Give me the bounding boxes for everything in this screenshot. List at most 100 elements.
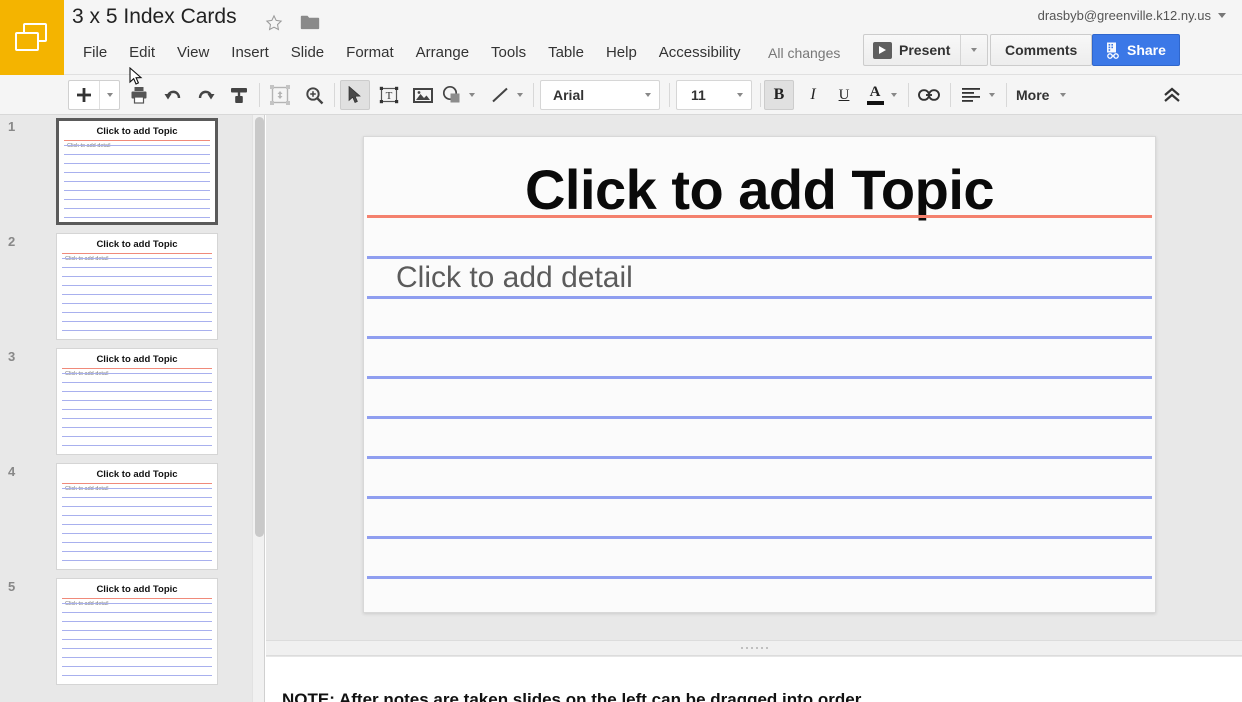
folder-icon[interactable] (300, 14, 320, 30)
thumbnail-rules (62, 603, 212, 684)
menu-item-arrange[interactable]: Arrange (405, 41, 480, 64)
menu-item-tools[interactable]: Tools (480, 41, 537, 64)
filmstrip-slide-4[interactable]: 4 Click to add Topic Click to add detail (0, 460, 264, 575)
underline-button[interactable]: U (829, 80, 859, 110)
double-chevron-up-icon (1162, 86, 1182, 104)
align-dropdown-button[interactable] (984, 80, 1000, 110)
filmstrip-scrollbar-thumb[interactable] (255, 117, 264, 537)
thumbnail-title: Click to add Topic (57, 354, 217, 365)
slide-header-rule (367, 215, 1152, 218)
shape-dropdown-button[interactable] (464, 80, 480, 110)
slide-thumbnail[interactable]: Click to add Topic Click to add detail (56, 118, 218, 225)
text-color-dropdown-button[interactable] (886, 80, 902, 110)
speaker-notes-text[interactable]: NOTE: After notes are taken slides on th… (282, 690, 865, 702)
font-family-select[interactable]: Arial (540, 80, 660, 110)
paint-format-button[interactable] (224, 80, 254, 110)
slide-detail-placeholder[interactable]: Click to add detail (396, 261, 633, 295)
slide-thumbnail[interactable]: Click to add Topic Click to add detail (56, 463, 218, 570)
chevron-down-icon (989, 93, 995, 97)
present-button[interactable]: Present (863, 34, 988, 66)
thumbnail-header-rule (62, 483, 212, 484)
collapse-toolbar-button[interactable] (1157, 80, 1187, 110)
slide-number: 5 (8, 579, 15, 594)
more-dropdown-button[interactable] (1055, 80, 1071, 110)
menu-item-file[interactable]: File (72, 41, 118, 64)
shape-icon (442, 85, 464, 105)
more-button[interactable]: More (1016, 80, 1049, 110)
new-slide-layout-dropdown[interactable] (99, 81, 119, 109)
text-box-icon: T (379, 85, 399, 105)
drag-grip-icon (741, 647, 768, 649)
bold-button[interactable]: B (764, 80, 794, 110)
thumbnail-rules (64, 145, 210, 225)
align-button[interactable] (956, 80, 986, 110)
present-label: Present (899, 42, 950, 58)
magnifier-plus-icon (305, 86, 324, 105)
slides-logo-icon[interactable] (0, 0, 64, 75)
insert-image-button[interactable] (408, 80, 438, 110)
print-button[interactable] (124, 80, 154, 110)
comments-label: Comments (1005, 42, 1077, 58)
present-button-main[interactable]: Present (864, 35, 960, 65)
slide-canvas[interactable]: Click to add Topic Click to add detail (266, 115, 1242, 640)
toolbar-divider (908, 83, 909, 107)
menu-item-help[interactable]: Help (595, 41, 648, 64)
toolbar-divider (1006, 83, 1007, 107)
slide-thumbnail[interactable]: Click to add Topic Click to add detail (56, 578, 218, 685)
insert-link-button[interactable] (914, 80, 944, 110)
line-button[interactable] (485, 80, 515, 110)
thumbnail-header-rule (62, 368, 212, 369)
filmstrip-slide-3[interactable]: 3 Click to add Topic Click to add detail (0, 345, 264, 460)
new-slide-button[interactable] (69, 81, 99, 109)
paint-roller-icon (230, 86, 248, 104)
slide-filmstrip[interactable]: 1 Click to add Topic Click to add detail… (0, 115, 265, 702)
workspace: 1 Click to add Topic Click to add detail… (0, 115, 1242, 702)
menu-item-slide[interactable]: Slide (280, 41, 335, 64)
comments-button[interactable]: Comments (990, 34, 1092, 66)
current-slide[interactable]: Click to add Topic Click to add detail (363, 136, 1156, 613)
select-tool-button[interactable] (340, 80, 370, 110)
menu-item-accessibility[interactable]: Accessibility (648, 41, 752, 64)
italic-label: I (810, 86, 815, 104)
font-size-select[interactable]: 11 (676, 80, 752, 110)
toolbar-divider (533, 83, 534, 107)
filmstrip-slide-5[interactable]: 5 Click to add Topic Click to add detail (0, 575, 264, 690)
slide-rule-1 (367, 256, 1152, 259)
star-icon[interactable] (265, 14, 283, 32)
slide-thumbnail[interactable]: Click to add Topic Click to add detail (56, 233, 218, 340)
toolbar-divider (259, 83, 260, 107)
filmstrip-slide-2[interactable]: 2 Click to add Topic Click to add detail (0, 230, 264, 345)
zoom-button[interactable] (299, 80, 329, 110)
undo-button[interactable] (158, 80, 188, 110)
filmstrip-slide-1[interactable]: 1 Click to add Topic Click to add detail (0, 115, 264, 230)
chevron-down-icon (737, 93, 743, 97)
menu-item-edit[interactable]: Edit (118, 41, 166, 64)
share-button[interactable]: Share (1092, 34, 1180, 66)
present-dropdown-button[interactable] (960, 35, 987, 65)
text-color-label: A (870, 85, 881, 100)
slide-title-placeholder[interactable]: Click to add Topic (364, 157, 1155, 222)
thumbnail-rules (62, 373, 212, 454)
play-icon (873, 42, 892, 59)
menu-item-view[interactable]: View (166, 41, 220, 64)
page-title[interactable]: 3 x 5 Index Cards (72, 5, 237, 29)
menu-item-format[interactable]: Format (335, 41, 405, 64)
logo-rect-front (15, 32, 39, 51)
fit-to-screen-button[interactable] (265, 80, 295, 110)
filmstrip-scrollbar[interactable] (252, 115, 265, 702)
lock-person-icon (1106, 42, 1120, 59)
line-dropdown-button[interactable] (512, 80, 528, 110)
chevron-down-icon (469, 93, 475, 97)
slide-thumbnail[interactable]: Click to add Topic Click to add detail (56, 348, 218, 455)
menu-item-table[interactable]: Table (537, 41, 595, 64)
notes-resize-handle[interactable] (266, 640, 1242, 656)
chevron-down-icon (645, 93, 651, 97)
speaker-notes-pane[interactable]: NOTE: After notes are taken slides on th… (266, 656, 1242, 702)
text-box-button[interactable]: T (374, 80, 404, 110)
italic-button[interactable]: I (798, 80, 828, 110)
redo-button[interactable] (191, 80, 221, 110)
slide-rule-4 (367, 376, 1152, 379)
account-menu[interactable]: drasbyb@greenville.k12.ny.us (1038, 8, 1226, 23)
menu-item-insert[interactable]: Insert (220, 41, 280, 64)
redo-arrow-icon (196, 86, 216, 104)
